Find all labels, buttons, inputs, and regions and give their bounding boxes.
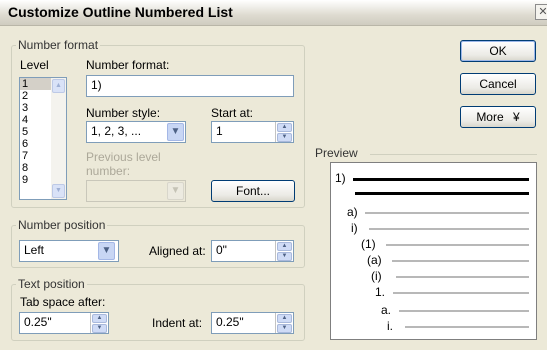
indent-at-label: Indent at: — [152, 316, 203, 330]
preview-row: (1) — [331, 237, 536, 251]
tab-space-label: Tab space after: — [20, 295, 106, 309]
spin-down-icon[interactable]: ▼ — [92, 324, 107, 333]
start-at-label: Start at: — [211, 106, 254, 120]
preview-row: a) — [331, 205, 536, 219]
preview-pane: 1) a) i) (1) (a) (i) 1. a. i. — [330, 162, 537, 340]
text-position-legend: Text position — [18, 277, 85, 291]
spin-up-icon[interactable]: ▲ — [277, 314, 292, 323]
preview-text-line — [392, 260, 529, 262]
customize-outline-dialog: Customize Outline Numbered List ✕ Number… — [0, 0, 547, 350]
preview-text-line — [396, 276, 529, 278]
preview-number: (1) — [361, 237, 376, 251]
number-format-label: Number format: — [86, 58, 170, 72]
tab-space-spinner[interactable]: ▲ ▼ — [90, 313, 107, 333]
spin-down-icon[interactable]: ▼ — [277, 324, 292, 333]
preview-number: 1) — [335, 171, 346, 185]
ok-button[interactable]: OK — [460, 40, 536, 62]
indent-at-spinner[interactable]: ▲ ▼ — [275, 313, 292, 333]
preview-row: 1) — [331, 171, 536, 185]
preview-text-line — [369, 228, 529, 230]
preview-text-line — [399, 310, 529, 312]
preview-row: (a) — [331, 253, 536, 267]
close-icon[interactable]: ✕ — [535, 4, 547, 20]
number-style-label: Number style: — [86, 106, 161, 120]
spin-down-icon[interactable]: ▼ — [277, 252, 292, 261]
preview-row: a. — [331, 303, 536, 317]
preview-separator — [370, 154, 537, 155]
preview-row: i. — [331, 319, 536, 333]
preview-number: (a) — [367, 253, 382, 267]
number-position-legend: Number position — [18, 218, 106, 232]
scroll-up-icon[interactable]: ▲ — [52, 79, 65, 93]
number-style-dropdown-icon[interactable]: ▼ — [167, 123, 184, 141]
number-alignment-dropdown-icon[interactable]: ▼ — [98, 242, 115, 260]
scroll-down-icon[interactable]: ▼ — [52, 184, 65, 198]
dialog-title: Customize Outline Numbered List — [8, 4, 233, 20]
title-bar: Customize Outline Numbered List ✕ — [0, 0, 547, 26]
number-format-legend: Number format — [18, 38, 99, 52]
preview-text-line — [386, 244, 529, 246]
font-button[interactable]: Font... — [211, 180, 295, 202]
preview-text-line — [353, 178, 529, 181]
previous-level-dropdown-icon: ▼ — [167, 182, 184, 200]
previous-level-label: Previous level number: — [86, 150, 161, 178]
preview-row: (i) — [331, 269, 536, 283]
more-chevron-icon: ¥ — [513, 110, 520, 124]
preview-number: a) — [347, 205, 358, 219]
preview-text-line — [355, 192, 529, 195]
number-format-input[interactable]: 1) — [86, 75, 294, 97]
preview-number: 1. — [375, 285, 386, 299]
preview-number: a. — [381, 303, 392, 317]
aligned-at-label: Aligned at: — [149, 244, 206, 258]
level-label: Level — [20, 58, 49, 72]
preview-text-line — [405, 326, 529, 328]
preview-row: 1. — [331, 285, 536, 299]
preview-number: i) — [351, 221, 358, 235]
start-at-spinner[interactable]: ▲ ▼ — [275, 122, 292, 142]
preview-label: Preview — [315, 146, 358, 160]
preview-row — [331, 185, 536, 199]
preview-number: (i) — [371, 269, 382, 283]
preview-text-line — [365, 212, 529, 214]
level-listbox[interactable]: 123456789 ▲ ▼ — [19, 77, 67, 200]
aligned-at-spinner[interactable]: ▲ ▼ — [275, 241, 292, 261]
spin-up-icon[interactable]: ▲ — [277, 242, 292, 251]
more-button[interactable]: More ¥ — [460, 106, 536, 128]
spin-up-icon[interactable]: ▲ — [277, 123, 292, 132]
more-button-label: More — [476, 110, 504, 124]
preview-row: i) — [331, 221, 536, 235]
preview-text-line — [393, 292, 529, 294]
spin-down-icon[interactable]: ▼ — [277, 133, 292, 142]
preview-number: i. — [387, 319, 393, 333]
cancel-button[interactable]: Cancel — [460, 73, 536, 95]
spin-up-icon[interactable]: ▲ — [92, 314, 107, 323]
level-scrollbar[interactable]: ▲ ▼ — [51, 78, 66, 199]
